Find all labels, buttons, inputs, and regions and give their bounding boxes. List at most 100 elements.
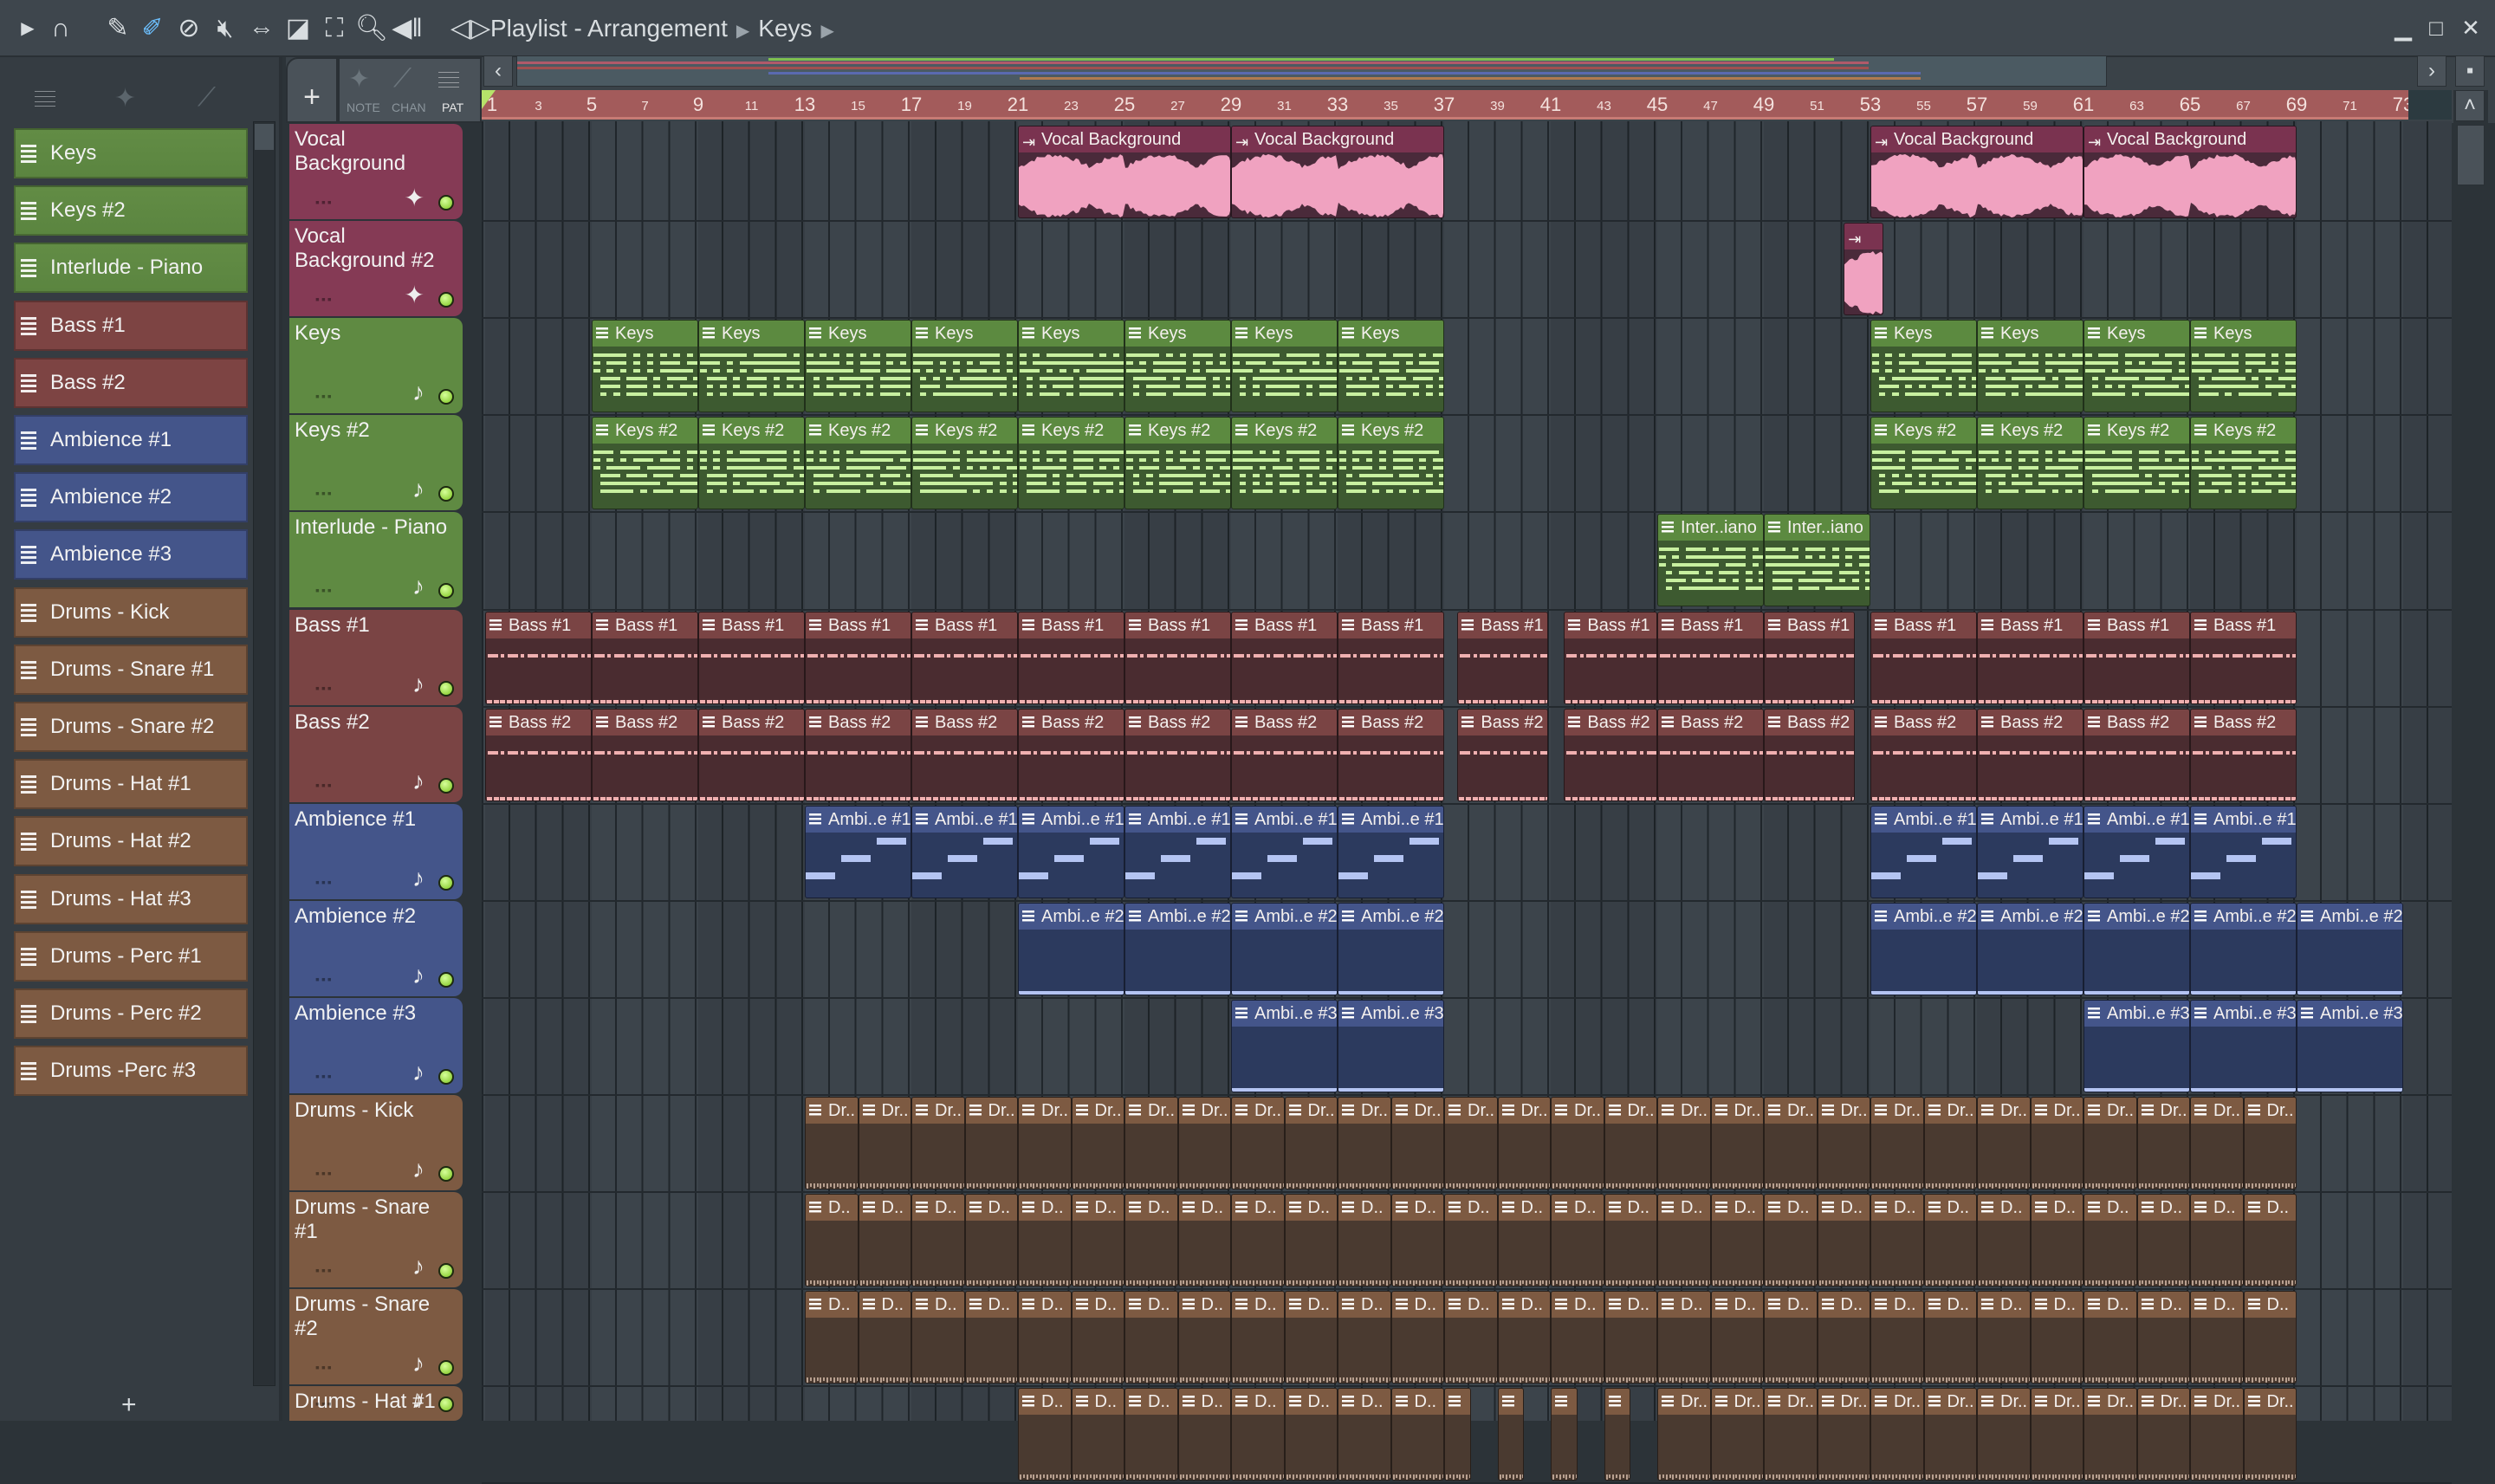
clip-audio[interactable]: ⇥ (1844, 223, 1883, 315)
clip-drum[interactable]: D.. (1338, 1291, 1391, 1384)
clip-drum[interactable]: D.. (2031, 1194, 2084, 1286)
play-arrow-icon[interactable]: ▶ (12, 12, 43, 45)
clip-amb2[interactable]: Ambi..e #2 (2297, 903, 2403, 995)
clip-amb2[interactable]: Ambi..e #3 (2297, 1000, 2403, 1092)
clip-drum[interactable]: D.. (1124, 1388, 1178, 1481)
clip-bass[interactable]: Bass #2 (1657, 709, 1764, 801)
clip-drum[interactable]: D.. (1231, 1194, 1285, 1286)
clip-drum[interactable]: Dr.. (2031, 1097, 2084, 1189)
scroll-left-button[interactable]: ‹ (483, 55, 513, 87)
speaker-icon[interactable]: ◁▷ (450, 12, 482, 45)
breadcrumb-arrow-icon[interactable]: ▶ (821, 22, 834, 41)
clip-audio[interactable]: ⇥Vocal Background (1870, 126, 2083, 218)
clip-drum[interactable]: Dr.. (1124, 1097, 1178, 1189)
clip-drum[interactable]: D.. (1764, 1291, 1818, 1384)
scrollbar-thumb[interactable] (255, 124, 274, 150)
clip-drum[interactable]: Dr.. (1818, 1097, 1871, 1189)
close-button[interactable]: ✕ (2455, 12, 2486, 43)
clip-keys[interactable]: Keys #2 (1870, 417, 1977, 509)
track-enable-led[interactable] (438, 583, 454, 599)
clip-drum[interactable]: D.. (2031, 1291, 2084, 1384)
track-grip-icon[interactable]: ▪▪▪ (315, 1064, 334, 1088)
track-enable-led[interactable] (438, 486, 454, 502)
clip-drum[interactable]: D.. (2083, 1194, 2137, 1286)
clip-amb2[interactable]: Ambi..e #2 (1338, 903, 1444, 995)
clip-keys[interactable]: Inter..iano (1657, 514, 1764, 606)
track-header[interactable]: Vocal Background✦▪▪▪ (289, 124, 463, 219)
scroll-up-button[interactable]: ˄ (2455, 90, 2485, 121)
track-header[interactable]: Interlude - Piano♪▪▪▪ (289, 512, 463, 607)
clip-drum[interactable]: Dr.. (1391, 1097, 1445, 1189)
channel-button[interactable]: Drums - Snare #2 (14, 702, 248, 752)
clip-amb[interactable]: Ambi..e #1 (1231, 806, 1338, 898)
clip-bass[interactable]: Bass #2 (1231, 709, 1338, 801)
channel-button[interactable]: Ambience #2 (14, 472, 248, 522)
clip-drum[interactable]: Dr.. (1444, 1097, 1498, 1189)
clip-drum[interactable]: D.. (1977, 1291, 2031, 1384)
clip-bass[interactable]: Bass #1 (1124, 612, 1231, 704)
clip-amb2[interactable]: Ambi..e #2 (2190, 903, 2297, 995)
clip-drum[interactable]: D.. (1338, 1194, 1391, 1286)
timeline-ruler[interactable]: 1357911131517192123252729313335373941434… (482, 90, 2408, 120)
clip-keys[interactable]: Keys (698, 320, 805, 412)
tab-chan[interactable]: CHAN (392, 100, 426, 114)
slip-icon[interactable]: ⇔ (246, 12, 277, 45)
clip-bass[interactable]: Bass #1 (698, 612, 805, 704)
track-grip-icon[interactable]: ▪▪▪ (315, 1355, 334, 1379)
clip-drum[interactable]: D.. (965, 1291, 1019, 1384)
slice-icon[interactable]: ◪ (282, 12, 314, 45)
clip-amb2[interactable]: Ambi..e #3 (2190, 1000, 2297, 1092)
clip-bass[interactable]: Bass #2 (1870, 709, 1977, 801)
clip-drum[interactable]: Dr.. (965, 1097, 1019, 1189)
clip-amb[interactable]: Ambi..e #1 (1977, 806, 2083, 898)
clip-drum[interactable]: D.. (805, 1291, 859, 1384)
current-pattern[interactable]: Keys (758, 15, 812, 42)
clip-bass[interactable]: Bass #2 (1124, 709, 1231, 801)
clip-drum[interactable]: D.. (1498, 1291, 1552, 1384)
clip-bass[interactable]: Bass #1 (911, 612, 1018, 704)
track-enable-led[interactable] (438, 972, 454, 988)
automation-icon[interactable]: ⟋ (198, 83, 216, 113)
track-header[interactable]: Drums - Kick♪▪▪▪ (289, 1095, 463, 1190)
clip-drum[interactable]: Dr.. (1977, 1097, 2031, 1189)
clip-keys[interactable]: Keys (805, 320, 911, 412)
clip-drum[interactable]: Dr.. (2244, 1097, 2297, 1189)
track-enable-led[interactable] (438, 292, 454, 308)
clip-drum[interactable]: D.. (859, 1291, 912, 1384)
clip-keys[interactable]: Keys #2 (2083, 417, 2190, 509)
mute-icon[interactable]: 🔇︎ (210, 12, 241, 45)
channel-button[interactable]: Bass #1 (14, 301, 248, 351)
track-grip-icon[interactable]: ▪▪▪ (315, 1391, 334, 1416)
clip-bass[interactable]: Bass #2 (805, 709, 911, 801)
clip-amb2[interactable]: Ambi..e #3 (1338, 1000, 1444, 1092)
playback-icon[interactable]: ◀‖ (392, 12, 423, 45)
channel-button[interactable]: Ambience #3 (14, 529, 248, 580)
clip-drum[interactable]: D.. (1498, 1194, 1552, 1286)
channel-button[interactable]: Interlude - Piano (14, 243, 248, 293)
channel-button[interactable]: Drums - Hat #2 (14, 816, 248, 866)
channel-button[interactable]: Drums - Snare #1 (14, 645, 248, 695)
clip-bass[interactable]: Bass #2 (1338, 709, 1444, 801)
clip-keys[interactable]: Keys (592, 320, 698, 412)
clip-keys[interactable]: Keys (2083, 320, 2190, 412)
channel-button[interactable]: Drums - Perc #1 (14, 931, 248, 982)
track-enable-led[interactable] (438, 1263, 454, 1279)
clip-drum[interactable]: D.. (1178, 1388, 1232, 1481)
clip-drum[interactable]: D.. (1124, 1194, 1178, 1286)
pencil-icon[interactable]: ✎ (102, 12, 133, 45)
clip-bass[interactable]: Bass #1 (592, 612, 698, 704)
select-icon[interactable]: ⛶ (319, 12, 350, 45)
clip-amb[interactable]: Ambi..e #1 (1870, 806, 1977, 898)
delete-icon[interactable]: ⊘ (173, 12, 204, 45)
track-header[interactable]: Drums - Snare #2♪▪▪▪ (289, 1289, 463, 1384)
clip-bass[interactable]: Bass #1 (805, 612, 911, 704)
clip-drum[interactable]: Dr.. (1924, 1097, 1978, 1189)
clip-audio[interactable]: ⇥Vocal Background (2083, 126, 2297, 218)
clip-drum[interactable]: D.. (2190, 1194, 2244, 1286)
clip-bass[interactable]: Bass #1 (1231, 612, 1338, 704)
clip-drum[interactable]: D.. (1764, 1194, 1818, 1286)
clip-audio[interactable]: ⇥Vocal Background (1018, 126, 1231, 218)
clip-drum[interactable]: D.. (1018, 1388, 1072, 1481)
magnet-snap-icon[interactable]: ∩ (45, 12, 76, 45)
clip-keys[interactable]: Keys #2 (1018, 417, 1124, 509)
